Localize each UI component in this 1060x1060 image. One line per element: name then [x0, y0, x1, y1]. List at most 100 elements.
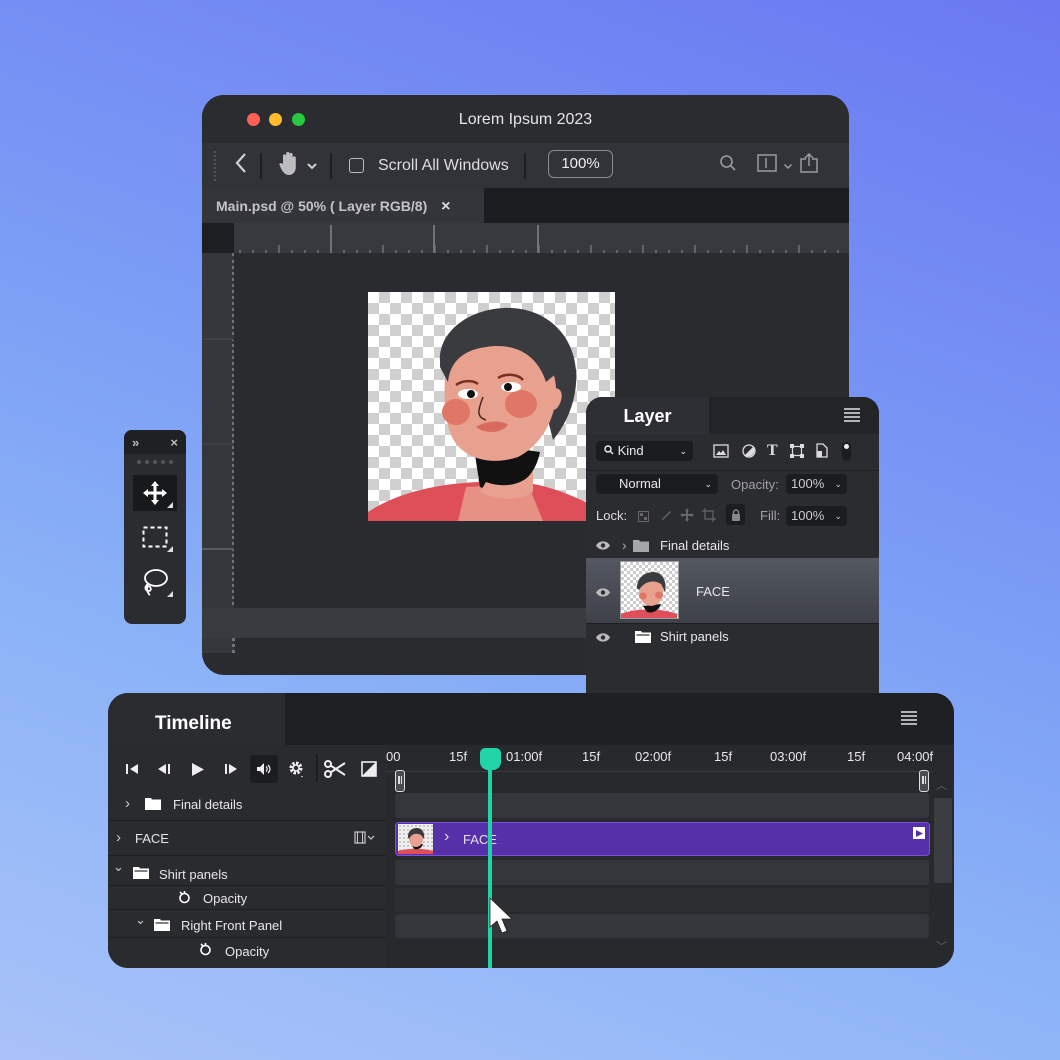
- back-chevron-icon[interactable]: [234, 152, 248, 179]
- expand-chevron-icon[interactable]: ›: [116, 829, 121, 846]
- folder-open-icon: [133, 866, 149, 882]
- layer-filter-dropdown[interactable]: Kind ⌄: [596, 441, 693, 461]
- timeline-row[interactable]: › FACE: [108, 821, 386, 856]
- toolbar-divider: [523, 152, 526, 179]
- stopwatch-icon[interactable]: [178, 890, 191, 907]
- settings-gear-button[interactable]: [284, 757, 310, 781]
- scissors-icon: [324, 760, 346, 778]
- lock-image-pixels-icon[interactable]: [660, 509, 672, 527]
- collapse-chevron-icon[interactable]: ⌄: [135, 912, 146, 928]
- blend-mode-dropdown[interactable]: Normal ⌄: [596, 474, 718, 494]
- layers-tab[interactable]: Layer: [586, 397, 709, 434]
- fill-value: 100%: [791, 508, 825, 523]
- go-to-first-frame-button[interactable]: [119, 757, 145, 781]
- artwork-canvas[interactable]: [368, 292, 615, 521]
- vertical-scrollbar-thumb[interactable]: [934, 798, 952, 883]
- filter-toggle-switch[interactable]: [842, 442, 851, 461]
- work-area-end-handle[interactable]: [919, 770, 929, 792]
- next-frame-button[interactable]: [218, 757, 244, 781]
- time-ruler-label: 15f: [449, 749, 468, 764]
- scroll-all-windows-label: Scroll All Windows: [378, 156, 509, 174]
- lock-all-button[interactable]: [726, 504, 745, 525]
- split-clip-button[interactable]: [322, 757, 348, 781]
- horizontal-ruler: [202, 223, 849, 253]
- face-clip[interactable]: › FACE: [395, 822, 930, 856]
- stopwatch-icon[interactable]: [199, 942, 212, 959]
- track-right-front-panel[interactable]: [395, 914, 929, 938]
- image-filter-icon[interactable]: [713, 444, 729, 463]
- visibility-eye-icon[interactable]: [595, 631, 611, 646]
- panel-grip[interactable]: [137, 460, 173, 465]
- track-shirt-panels[interactable]: [395, 860, 929, 885]
- scroll-up-icon[interactable]: ︿: [936, 777, 947, 793]
- layer-row[interactable]: › Final details: [586, 533, 879, 558]
- row-label: FACE: [135, 831, 169, 846]
- previous-frame-button[interactable]: [151, 757, 177, 781]
- layers-panel: Layer Kind ⌄ T Normal ⌄ Opacity: 100% ⌄ …: [586, 397, 879, 697]
- toolbar-divider: [330, 152, 332, 179]
- filter-kind-label: Kind: [617, 443, 644, 458]
- expand-chevron-icon[interactable]: ›: [125, 795, 130, 812]
- fill-label: Fill:: [760, 508, 781, 523]
- share-icon[interactable]: [799, 152, 819, 178]
- expand-chevron-icon[interactable]: ›: [622, 537, 627, 553]
- layer-row-selected[interactable]: FACE: [586, 558, 879, 624]
- panel-layout-icon[interactable]: [757, 154, 777, 177]
- lock-transparent-pixels-icon[interactable]: [638, 509, 649, 527]
- timeline-menu-icon[interactable]: [901, 711, 917, 730]
- layer-row[interactable]: Shirt panels: [586, 625, 879, 650]
- hand-tool-icon[interactable]: [278, 150, 300, 181]
- visibility-eye-icon[interactable]: [595, 539, 611, 554]
- timeline-row[interactable]: ⌄ Right Front Panel: [108, 910, 386, 938]
- film-strip-icon[interactable]: [354, 831, 376, 847]
- transition-button[interactable]: [356, 757, 382, 781]
- time-ruler-label: 15f: [714, 749, 733, 764]
- close-tab-icon[interactable]: ×: [441, 198, 450, 215]
- lock-position-icon[interactable]: [680, 508, 694, 527]
- toolbar-grip[interactable]: [214, 150, 220, 181]
- fill-dropdown[interactable]: 100% ⌄: [786, 506, 847, 526]
- adjustment-filter-icon[interactable]: [742, 444, 756, 463]
- timeline-row[interactable]: › Final details: [108, 789, 386, 821]
- layout-dropdown-icon[interactable]: [783, 157, 793, 175]
- visibility-eye-icon[interactable]: [595, 586, 611, 601]
- timeline-row[interactable]: ⌄ Shirt panels: [108, 856, 386, 886]
- hand-tool-dropdown-icon[interactable]: [306, 157, 318, 175]
- marquee-tool[interactable]: [133, 519, 177, 555]
- time-ruler-label: 15f: [582, 749, 601, 764]
- play-button[interactable]: [185, 757, 211, 781]
- work-area-start-handle[interactable]: [395, 770, 405, 792]
- clip-end-marker-icon[interactable]: [913, 827, 925, 839]
- scroll-all-windows-checkbox[interactable]: [349, 158, 364, 173]
- playhead-handle[interactable]: [480, 748, 501, 770]
- search-icon[interactable]: [719, 154, 737, 177]
- layer-name: Shirt panels: [660, 629, 729, 644]
- timeline-row[interactable]: Opacity: [108, 938, 386, 964]
- collapse-chevron-icon[interactable]: ⌄: [113, 859, 124, 875]
- move-tool[interactable]: [133, 475, 177, 511]
- time-ruler-label: 02:00f: [635, 749, 672, 764]
- smart-object-filter-icon[interactable]: [816, 443, 828, 463]
- expand-chevron-icon[interactable]: ›: [444, 828, 449, 846]
- scroll-down-icon[interactable]: ﹀: [936, 938, 947, 954]
- chevron-down-icon: ⌄: [679, 446, 687, 456]
- document-tab-label: Main.psd @ 50% ( Layer RGB/8): [216, 198, 428, 214]
- close-panel-icon[interactable]: ×: [170, 435, 178, 450]
- track-final-details[interactable]: [395, 793, 929, 818]
- audio-toggle-button[interactable]: [250, 755, 278, 783]
- lasso-tool[interactable]: [133, 564, 177, 600]
- opacity-dropdown[interactable]: 100% ⌄: [786, 474, 847, 494]
- timeline-row[interactable]: Opacity: [108, 886, 386, 910]
- ruler-origin[interactable]: [202, 223, 234, 253]
- panel-menu-icon[interactable]: [844, 408, 860, 427]
- shape-filter-icon[interactable]: [790, 444, 804, 463]
- row-label: Shirt panels: [159, 867, 228, 882]
- document-tab[interactable]: Main.psd @ 50% ( Layer RGB/8) ×: [202, 188, 484, 223]
- lock-artboard-icon[interactable]: [702, 508, 716, 527]
- expand-panel-icon[interactable]: »: [132, 435, 139, 450]
- track-opacity[interactable]: [395, 888, 929, 912]
- transition-icon: [361, 761, 377, 777]
- type-filter-icon[interactable]: T: [767, 442, 778, 460]
- timeline-tab[interactable]: Timeline: [108, 693, 285, 745]
- zoom-level-field[interactable]: 100%: [548, 150, 613, 178]
